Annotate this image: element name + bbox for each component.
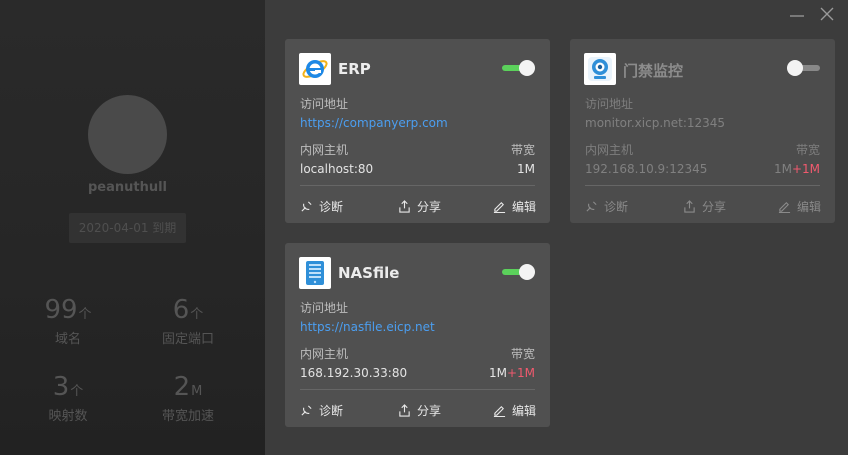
access-address-label: 访问地址 bbox=[300, 301, 349, 315]
enable-toggle[interactable] bbox=[787, 60, 820, 76]
stat-unit: 个 bbox=[70, 384, 84, 399]
internal-host-label: 内网主机 bbox=[585, 143, 634, 157]
mapping-card-erp: ERP 访问地址 https://companyerp.com 内网主机 带宽 … bbox=[285, 39, 550, 223]
access-address-label: 访问地址 bbox=[300, 97, 349, 111]
mapping-card-nasfile: NASfile 访问地址 https://nasfile.eicp.net 内网… bbox=[285, 243, 550, 427]
expiry-badge: 2020-04-01 到期 bbox=[69, 213, 186, 243]
bandwidth-base: 1M bbox=[773, 162, 792, 176]
edit-button[interactable]: 编辑 bbox=[493, 402, 536, 419]
diagnose-button[interactable]: 诊断 bbox=[300, 402, 343, 419]
diagnose-label: 诊断 bbox=[319, 200, 344, 214]
edit-label: 编辑 bbox=[512, 200, 537, 214]
divider bbox=[300, 389, 535, 390]
edit-label: 编辑 bbox=[797, 200, 822, 214]
bandwidth-label: 带宽 bbox=[510, 143, 535, 157]
bandwidth-extra: +1M bbox=[791, 162, 820, 176]
card-title: ERP bbox=[338, 60, 371, 78]
internal-host-value: 192.168.10.9:12345 bbox=[585, 162, 708, 176]
share-icon bbox=[399, 200, 410, 213]
minimize-button[interactable] bbox=[787, 6, 807, 26]
mapping-card-access-monitor: 门禁监控 访问地址 monitor.xicp.net:12345 内网主机 带宽… bbox=[570, 39, 835, 223]
diagnose-icon bbox=[586, 201, 597, 212]
share-icon bbox=[399, 404, 410, 417]
diagnose-icon bbox=[301, 405, 312, 416]
nas-icon bbox=[299, 257, 331, 289]
edit-icon bbox=[778, 201, 791, 213]
bandwidth-label: 带宽 bbox=[510, 347, 535, 361]
bandwidth-label: 带宽 bbox=[795, 143, 820, 157]
avatar bbox=[88, 95, 167, 174]
camera-icon bbox=[584, 53, 616, 85]
access-url-link[interactable]: https://nasfile.eicp.net bbox=[300, 320, 435, 334]
diagnose-label: 诊断 bbox=[604, 200, 629, 214]
diagnose-label: 诊断 bbox=[319, 404, 344, 418]
share-button[interactable]: 分享 bbox=[683, 198, 726, 215]
stat-domains: 99个 域名 bbox=[18, 295, 118, 347]
stat-label: 带宽加速 bbox=[161, 409, 214, 424]
stat-unit: 个 bbox=[190, 307, 204, 322]
access-url-link[interactable]: monitor.xicp.net:12345 bbox=[585, 116, 725, 130]
share-label: 分享 bbox=[417, 200, 442, 214]
minimize-icon bbox=[790, 15, 804, 17]
divider bbox=[300, 185, 535, 186]
diagnose-button[interactable]: 诊断 bbox=[585, 198, 628, 215]
enable-toggle[interactable] bbox=[502, 60, 535, 76]
edit-icon bbox=[493, 201, 506, 213]
stat-value: 2 bbox=[173, 372, 191, 402]
profile-sidebar: peanuthull 2020-04-01 到期 99个 域名 6个 固定端口 … bbox=[0, 0, 265, 455]
bandwidth-base: 1M bbox=[488, 366, 507, 380]
stat-label: 域名 bbox=[54, 332, 81, 347]
edit-button[interactable]: 编辑 bbox=[493, 198, 536, 215]
stat-value: 3 bbox=[52, 372, 70, 402]
share-button[interactable]: 分享 bbox=[398, 402, 441, 419]
card-title: 门禁监控 bbox=[623, 62, 684, 80]
internal-host-label: 内网主机 bbox=[300, 143, 349, 157]
divider bbox=[585, 185, 820, 186]
stat-unit: 个 bbox=[78, 307, 92, 322]
ie-icon bbox=[299, 53, 331, 85]
diagnose-icon bbox=[301, 201, 312, 212]
access-address-label: 访问地址 bbox=[585, 97, 634, 111]
bandwidth-value: 1M+1M bbox=[774, 162, 820, 176]
stat-value: 99 bbox=[44, 295, 78, 325]
stat-fixed-ports: 6个 固定端口 bbox=[138, 295, 238, 347]
access-url-link[interactable]: https://companyerp.com bbox=[300, 116, 448, 130]
bandwidth-base: 1M bbox=[517, 162, 535, 176]
edit-label: 编辑 bbox=[512, 404, 537, 418]
edit-button[interactable]: 编辑 bbox=[778, 198, 821, 215]
enable-toggle[interactable] bbox=[502, 264, 535, 280]
internal-host-value: 168.192.30.33:80 bbox=[300, 366, 408, 380]
share-label: 分享 bbox=[417, 404, 442, 418]
stat-label: 映射数 bbox=[48, 409, 88, 424]
share-icon bbox=[684, 200, 695, 213]
bandwidth-value: 1M+1M bbox=[489, 366, 535, 380]
close-icon bbox=[820, 7, 834, 21]
stat-mappings: 3个 映射数 bbox=[18, 372, 118, 424]
username: peanuthull bbox=[87, 180, 168, 195]
share-button[interactable]: 分享 bbox=[398, 198, 441, 215]
internal-host-label: 内网主机 bbox=[300, 347, 349, 361]
card-title: NASfile bbox=[338, 264, 400, 282]
stat-value: 6 bbox=[172, 295, 190, 325]
stat-bandwidth-boost: 2M 带宽加速 bbox=[138, 372, 238, 424]
share-label: 分享 bbox=[702, 200, 727, 214]
edit-icon bbox=[493, 405, 506, 417]
bandwidth-value: 1M bbox=[517, 162, 535, 176]
internal-host-value: localhost:80 bbox=[300, 162, 374, 176]
stat-label: 固定端口 bbox=[161, 332, 214, 347]
close-button[interactable] bbox=[817, 6, 837, 26]
diagnose-button[interactable]: 诊断 bbox=[300, 198, 343, 215]
bandwidth-extra: +1M bbox=[506, 366, 535, 380]
stat-unit: M bbox=[191, 384, 203, 399]
